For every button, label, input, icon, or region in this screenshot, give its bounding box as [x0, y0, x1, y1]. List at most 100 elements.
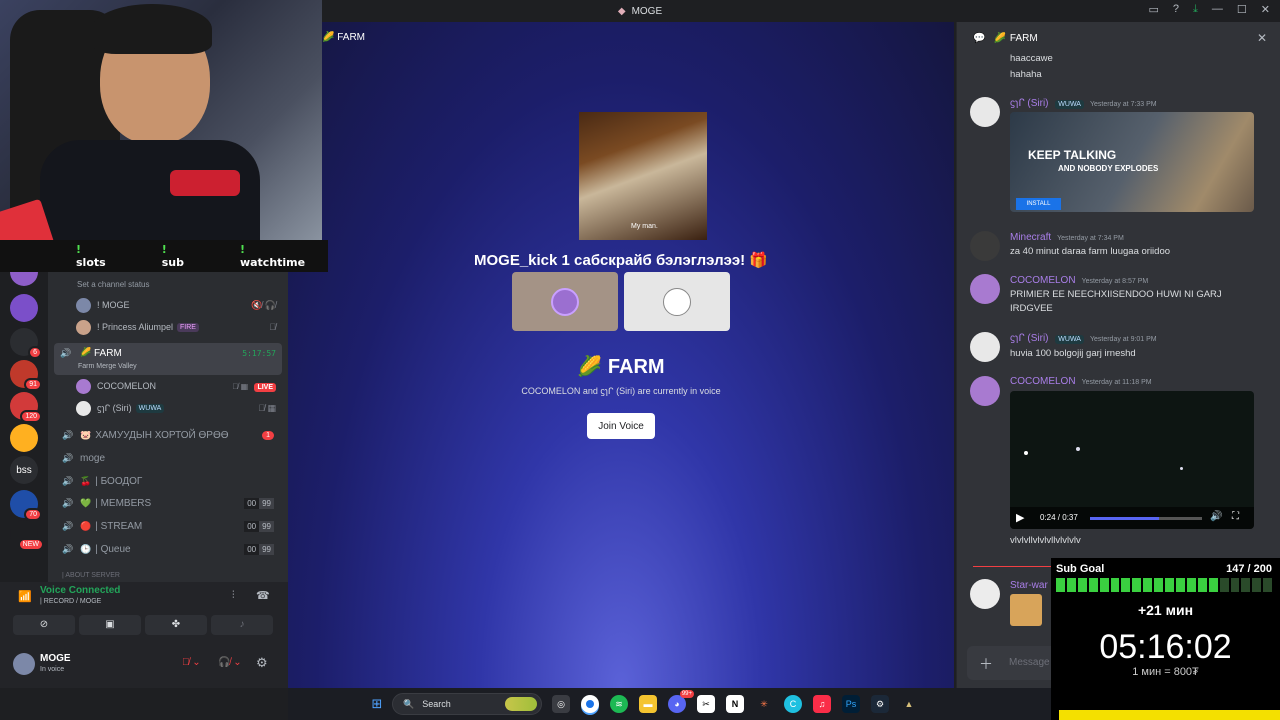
channel-status-label[interactable]: Set a channel status [77, 280, 150, 289]
message-line: hahaha [1010, 69, 1042, 80]
chat-header: 💬 🌽 FARM ✕ [973, 31, 1267, 45]
avatar[interactable] [970, 231, 1000, 261]
noise-suppression-icon[interactable]: ⫶ [232, 590, 235, 601]
help-icon[interactable]: ? [1173, 3, 1179, 16]
mic-muted-icon[interactable]: 🎙̸ ⌄ [182, 657, 201, 668]
apple-music-icon[interactable]: ♫ [813, 695, 831, 713]
server-icon[interactable] [10, 294, 38, 322]
video-progress-track[interactable] [1090, 517, 1202, 520]
avatar[interactable] [970, 274, 1000, 304]
user-count: 00 99 [244, 497, 274, 509]
message-line: vlvlvllvlvlvllvlvlvlv [1010, 535, 1081, 546]
doge-image[interactable] [1010, 594, 1042, 626]
embed-title: KEEP TALKING [1028, 148, 1117, 162]
message-line: PRIMIER EE NEECHXIISENDOO HUWI NI GARJ I… [1010, 289, 1222, 314]
server-icon[interactable]: 70 [10, 490, 42, 521]
progress-segment [1110, 578, 1120, 592]
voice-user-siri[interactable]: ϛɿᒋ (Siri) WUWA 🎙̸ ▦ [76, 398, 280, 418]
fullscreen-icon[interactable]: ⛶ [1232, 511, 1239, 522]
video-controls: ▶ 0:24 / 0:37 🔊 ⛶ [1010, 507, 1254, 529]
message-author[interactable]: Star-war [1010, 580, 1048, 591]
spotify-icon[interactable]: ≋ [610, 695, 628, 713]
signal-icon: 📶 [18, 591, 32, 603]
voice-user-cocomelon[interactable]: COCOMELON 🎙̸ ▦ LIVE [76, 376, 280, 396]
photoshop-icon[interactable]: Ps [842, 695, 860, 713]
game-app-icon[interactable]: ▲ [900, 695, 918, 713]
minimize-icon[interactable]: — [1212, 3, 1223, 16]
chrome-icon[interactable] [581, 695, 599, 713]
video-embed[interactable]: ▶ 0:24 / 0:37 🔊 ⛶ [1010, 391, 1254, 529]
channel-farm-active[interactable]: 🔊 🌽 FARM 5:17:57 Farm Merge Valley [54, 343, 282, 375]
progress-segment [1175, 578, 1185, 592]
server-icon[interactable]: 91 [10, 360, 42, 391]
inbox-icon[interactable]: ▭ [1149, 3, 1159, 16]
participant-tile-siri[interactable] [624, 272, 730, 331]
channel-stream[interactable]: 🔊 🔴 | STREAM 00 99 [56, 515, 280, 537]
message-author[interactable]: ϛɿᒋ (Siri) WUWA Yesterday at 9:01 PM [1010, 333, 1157, 344]
download-icon[interactable]: ⤓ [1193, 3, 1198, 16]
progress-segment [1263, 578, 1273, 592]
close-chat-icon[interactable]: ✕ [1257, 31, 1267, 45]
voice-location[interactable]: | RECORD / MOGE [40, 598, 101, 605]
avatar[interactable] [970, 579, 1000, 609]
add-attachment-icon[interactable]: ＋ [979, 654, 993, 674]
avatar[interactable] [970, 332, 1000, 362]
user-avatar[interactable] [13, 653, 35, 675]
server-icon[interactable]: 120 [10, 392, 42, 423]
install-button[interactable]: INSTALL [1016, 198, 1061, 210]
server-icon[interactable]: NEW [10, 520, 44, 551]
voice-user-moge[interactable]: ! MOGE 🔇̸ 🎧̸ [76, 295, 280, 315]
message-author[interactable]: COCOMELON Yesterday at 8:57 PM [1010, 275, 1148, 286]
soundboard-icon: ♪ [239, 619, 245, 630]
app-logo-icon: ◆ [617, 5, 626, 17]
maximize-icon[interactable]: ☐ [1237, 3, 1247, 16]
claude-icon[interactable]: ✳ [755, 695, 773, 713]
share-screen-button[interactable]: ▣ [79, 615, 141, 635]
file-explorer-icon[interactable]: ▬ [639, 695, 657, 713]
taskbar-search[interactable]: 🔍 Search [392, 693, 542, 715]
activities-icon: ✤ [171, 619, 181, 630]
user-name: MOGE [40, 653, 71, 664]
activities-button[interactable]: ✤ [145, 615, 207, 635]
voice-user-princess[interactable]: ! Princess Aliumpel FIRE 🎙̸ [76, 317, 280, 337]
voice-channel-stage: 🌽 FARM My man. MOGE_kick 1 сабскрайб бэл… [288, 22, 954, 688]
steam-icon[interactable]: ⚙ [871, 695, 889, 713]
discord-icon[interactable]: ◕ 99+ [668, 690, 694, 713]
speaker-icon: 🔊 [62, 543, 74, 554]
message-author[interactable]: Minecraft Yesterday at 7:34 PM [1010, 232, 1124, 243]
channel-members[interactable]: 🔊 💚 | MEMBERS 00 99 [56, 492, 280, 514]
copilot-app-icon[interactable]: C [784, 695, 802, 713]
avatar [76, 319, 91, 335]
message-author[interactable]: COCOMELON Yesterday at 11:18 PM [1010, 376, 1152, 387]
capcut-icon[interactable]: ✂ [697, 695, 715, 713]
game-embed[interactable]: KEEP TALKING AND NOBODY EXPLODES INSTALL [1010, 112, 1254, 212]
soundboard-button[interactable]: ♪ [211, 615, 273, 635]
close-window-icon[interactable]: ✕ [1261, 3, 1270, 16]
copilot-icon[interactable]: ◎ [552, 695, 570, 713]
channel-hamuud[interactable]: 🔊 🐷 ХАМУУДЫН ХОРТОЙ ӨРӨӨ 1 [56, 424, 280, 446]
progress-segment [1208, 578, 1218, 592]
join-voice-button[interactable]: Join Voice [587, 413, 655, 439]
server-icon[interactable]: bss [10, 456, 38, 484]
notification-badge: 99+ [679, 690, 694, 698]
channel-moge[interactable]: 🔊 moge [56, 447, 280, 469]
channel-queue[interactable]: 🔊 🕒 | Queue 00 99 [56, 538, 280, 560]
channel-boodog[interactable]: 🔊 🍒 | БООДОГ [56, 470, 280, 492]
voice-connected-status[interactable]: Voice Connected [40, 585, 120, 596]
volume-icon[interactable]: 🔊 [1210, 511, 1222, 522]
avatar[interactable] [970, 376, 1000, 406]
server-icon[interactable] [10, 424, 38, 452]
deafen-icon[interactable]: 🎧̸ ⌄ [218, 657, 242, 668]
server-icon[interactable]: 6 [10, 328, 42, 359]
settings-gear-icon[interactable]: ⚙ [256, 655, 268, 671]
windows-start-icon[interactable]: ⊞ [368, 695, 386, 713]
notion-icon[interactable]: N [726, 695, 744, 713]
message-author[interactable]: ϛɿᒋ (Siri) WUWA Yesterday at 7:33 PM [1010, 98, 1157, 109]
search-icon: 🔍 [403, 698, 415, 709]
disconnect-icon[interactable]: ☎ [256, 589, 270, 602]
avatar[interactable] [970, 97, 1000, 127]
participant-tile-cocomelon[interactable] [512, 272, 618, 331]
category-about-server[interactable]: | ABOUT SERVER [62, 572, 120, 580]
camera-off-button[interactable]: ⊘ [13, 615, 75, 635]
play-icon[interactable]: ▶ [1016, 511, 1024, 524]
